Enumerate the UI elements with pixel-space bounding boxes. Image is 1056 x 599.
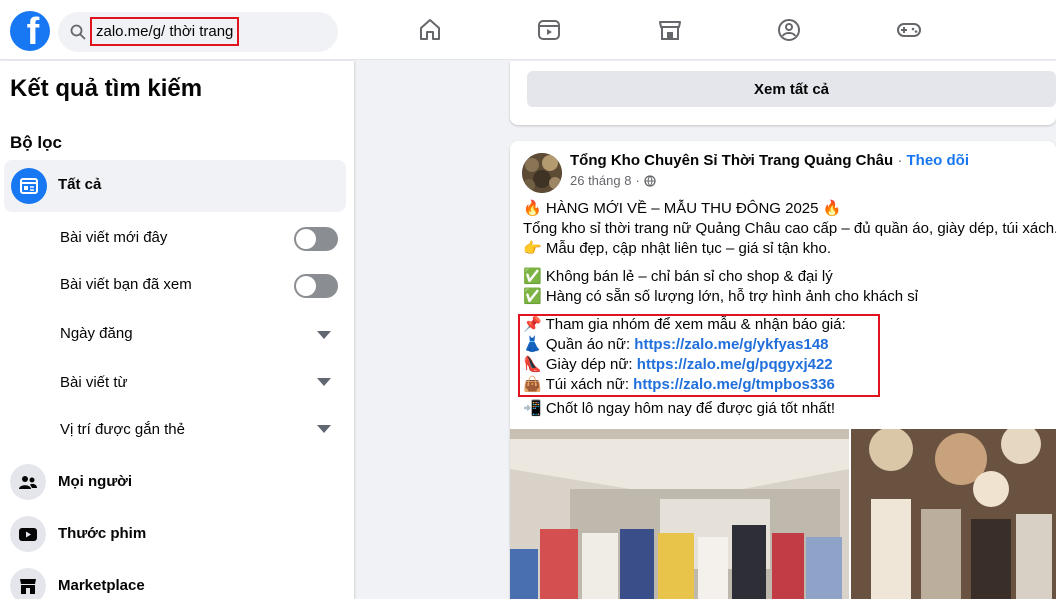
category-people[interactable]: Mọi người [58, 473, 132, 490]
home-icon[interactable] [416, 16, 444, 44]
video-icon[interactable] [535, 16, 563, 44]
post-date[interactable]: 26 tháng 8 [570, 173, 631, 188]
chevron-down-icon[interactable] [317, 331, 331, 339]
post-line: 📲 Chốt lô ngay hôm nay để được giá tốt n… [523, 400, 836, 417]
all-results-icon [11, 168, 47, 204]
search-input[interactable]: zalo.me/g/ thời trang [90, 17, 240, 46]
marketplace-icon[interactable] [10, 568, 46, 599]
gaming-icon[interactable] [895, 16, 923, 44]
post-card: Tổng Kho Chuyên Sỉ Thời Trang Quảng Châu… [510, 141, 1056, 599]
post-line: ✅ Không bán lẻ – chỉ bán sỉ cho shop & đ… [523, 268, 833, 285]
post-line: ✅ Hàng có sẵn số lượng lớn, hỗ trợ hình … [523, 288, 919, 305]
previous-results-card: Xem tất cả [510, 61, 1056, 125]
post-header: Tổng Kho Chuyên Sỉ Thời Trang Quảng Châu… [570, 152, 969, 169]
post-photo[interactable] [510, 429, 849, 599]
category-marketplace[interactable]: Marketplace [58, 577, 145, 594]
reels-icon[interactable] [10, 516, 46, 552]
chevron-down-icon[interactable] [317, 425, 331, 433]
filter-date-posted[interactable]: Ngày đăng [60, 325, 133, 342]
marketplace-icon[interactable] [656, 16, 684, 44]
chevron-down-icon[interactable] [317, 378, 331, 386]
see-all-button[interactable]: Xem tất cả [527, 71, 1056, 107]
filter-tagged-location[interactable]: Vị trí được gắn thẻ [60, 421, 185, 438]
search-icon [70, 24, 86, 40]
page-title: Kết quả tìm kiếm [10, 75, 203, 102]
top-bar: f zalo.me/g/ thời trang [0, 0, 1056, 60]
filter-recent-posts-label: Bài viết mới đây [60, 229, 168, 246]
filter-posts-from[interactable]: Bài viết từ [60, 374, 128, 391]
follow-link[interactable]: Theo dõi [907, 152, 970, 169]
facebook-logo-icon[interactable]: f [10, 11, 50, 51]
filter-all-label: Tất cả [58, 176, 102, 193]
post-line: 👉 Mẫu đẹp, cập nhật liên tục – giá sỉ tậ… [523, 240, 832, 257]
seen-posts-toggle[interactable] [294, 274, 338, 298]
globe-icon [644, 174, 656, 187]
search-bar[interactable]: zalo.me/g/ thời trang [58, 12, 338, 52]
post-author[interactable]: Tổng Kho Chuyên Sỉ Thời Trang Quảng Châu [570, 152, 893, 169]
groups-icon[interactable] [775, 16, 803, 44]
post-line: Tổng kho sỉ thời trang nữ Quảng Châu cao… [523, 220, 1056, 237]
category-reels[interactable]: Thước phim [58, 525, 146, 542]
people-icon[interactable] [10, 464, 46, 500]
filter-all[interactable]: Tất cả [4, 160, 346, 212]
recent-posts-toggle[interactable] [294, 227, 338, 251]
post-line: 🔥 HÀNG MỚI VỀ – MẪU THU ĐÔNG 2025 🔥 [523, 200, 842, 217]
search-filters-sidebar: Kết quả tìm kiếm Bộ lọc Tất cả Bài viết … [0, 61, 354, 599]
post-meta: 26 tháng 8 · [570, 173, 656, 188]
filters-heading: Bộ lọc [10, 133, 62, 152]
filter-seen-posts-label: Bài viết bạn đã xem [60, 276, 192, 293]
avatar[interactable] [522, 153, 562, 193]
highlight-box [518, 314, 880, 397]
post-photo[interactable] [851, 429, 1056, 599]
separator: · [635, 173, 640, 188]
separator: · [897, 152, 903, 169]
